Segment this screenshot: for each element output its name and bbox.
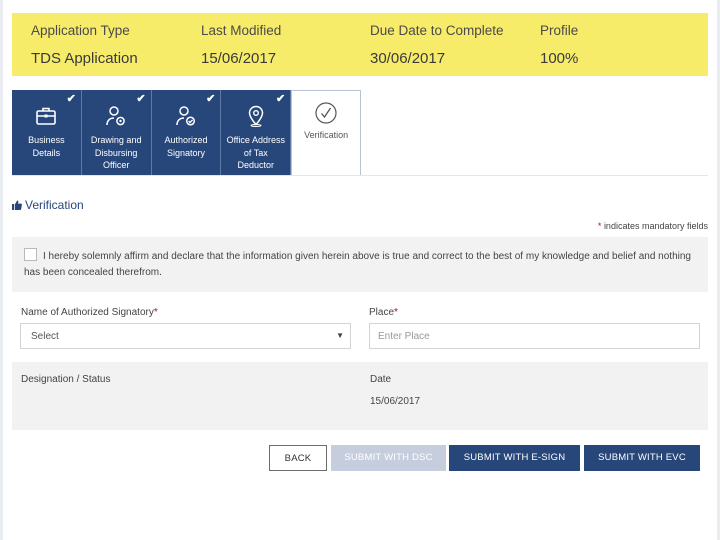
tab-verification[interactable]: Verification <box>291 90 361 176</box>
required-asterisk: * <box>394 307 398 318</box>
application-type-label: Application Type <box>31 23 130 38</box>
tab-authorized-signatory[interactable]: ✔ Authorized Signatory <box>151 90 222 176</box>
completed-check-icon: ✔ <box>275 93 286 105</box>
signatory-label-text: Name of Authorized Signatory <box>21 307 154 318</box>
due-date-label: Due Date to Complete <box>370 23 504 38</box>
application-summary-bar: Application Type TDS Application Last Mo… <box>12 13 708 76</box>
designation-date-panel: Designation / Status Date 15/06/2017 <box>12 362 708 430</box>
tab-label: Verification <box>304 130 349 140</box>
steps-divider <box>12 175 708 176</box>
tab-label: Office Address of Tax Deductor <box>226 135 285 170</box>
date-value: 15/06/2017 <box>370 396 421 407</box>
step-tabs: ✔ Business Details ✔ Drawing and Disburs… <box>12 90 361 176</box>
dropdown-caret-icon: ▼ <box>336 331 344 340</box>
tab-business-details[interactable]: ✔ Business Details <box>12 90 82 176</box>
completed-check-icon: ✔ <box>66 93 76 105</box>
signatory-select-value: Select <box>31 331 59 342</box>
designation-label: Designation / Status <box>21 374 111 385</box>
location-pin-icon <box>248 105 264 127</box>
signatory-select[interactable]: Select ▼ <box>20 323 351 349</box>
required-asterisk: * <box>597 221 602 231</box>
mandatory-note: * indicates mandatory fields <box>598 221 708 231</box>
place-input[interactable] <box>369 323 700 349</box>
user-gear-icon <box>106 106 126 126</box>
tab-label: Business Details <box>28 135 65 158</box>
user-check-icon <box>176 106 196 126</box>
due-date-value: 30/06/2017 <box>370 50 446 67</box>
submit-with-dsc-button[interactable]: SUBMIT WITH DSC <box>331 445 446 471</box>
last-modified-label: Last Modified <box>201 23 282 38</box>
profile-value: 100% <box>540 50 579 67</box>
profile-label: Profile <box>540 23 579 38</box>
tab-label: Authorized Signatory <box>164 135 208 158</box>
briefcase-icon <box>36 107 57 125</box>
signatory-label: Name of Authorized Signatory* <box>21 307 158 318</box>
completed-check-icon: ✔ <box>136 93 146 105</box>
application-type-value: TDS Application <box>31 50 138 67</box>
completed-check-icon: ✔ <box>206 93 216 105</box>
date-label: Date <box>370 374 392 385</box>
declaration-box: I hereby solemnly affirm and declare tha… <box>12 237 708 292</box>
last-modified-value: 15/06/2017 <box>201 50 277 67</box>
required-asterisk: * <box>153 307 158 318</box>
tab-label: Drawing and Disbursing Officer <box>90 135 142 170</box>
submit-with-evc-button[interactable]: SUBMIT WITH EVC <box>584 445 700 471</box>
declaration-checkbox[interactable] <box>24 248 37 261</box>
thumbs-up-icon <box>12 200 22 210</box>
tab-office-address[interactable]: ✔ Office Address of Tax Deductor <box>221 90 292 176</box>
place-label: Place* <box>369 307 398 318</box>
tab-drawing-disbursing-officer[interactable]: ✔ Drawing and Disbursing Officer <box>81 90 152 176</box>
section-title-text: Verification <box>25 198 84 212</box>
check-circle-icon <box>315 102 337 124</box>
place-label-text: Place <box>369 307 395 318</box>
mandatory-note-text: indicates mandatory fields <box>603 221 708 231</box>
section-title: Verification <box>12 198 84 212</box>
submit-with-esign-button[interactable]: SUBMIT WITH E-SIGN <box>449 445 580 471</box>
declaration-text: I hereby solemnly affirm and declare tha… <box>24 251 691 278</box>
back-button[interactable]: BACK <box>269 445 327 471</box>
